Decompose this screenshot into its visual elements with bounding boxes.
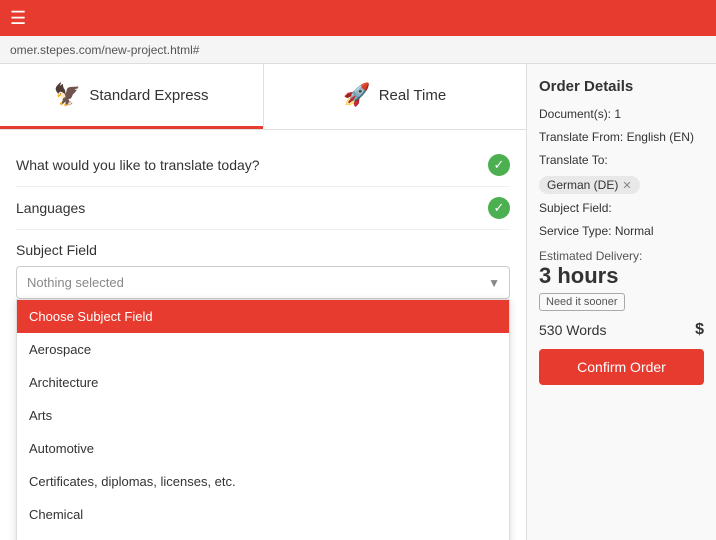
language-tag-text: German (DE): [547, 178, 618, 192]
menu-icon[interactable]: ☰: [10, 8, 26, 29]
service-type-value: Normal: [615, 224, 654, 238]
translate-from-row: Translate From: English (EN): [539, 128, 704, 146]
service-type-row: Service Type: Normal: [539, 222, 704, 240]
order-details-title: Order Details: [539, 78, 704, 95]
left-panel: 🦅 Standard Express 🚀 Real Time What woul…: [0, 64, 526, 540]
list-item[interactable]: Arts: [17, 399, 509, 432]
translate-from-label: Translate From:: [539, 130, 623, 144]
price-value: $: [695, 321, 704, 339]
translate-label: What would you like to translate today?: [16, 157, 260, 173]
delivery-section: Estimated Delivery: 3 hours Need it soon…: [539, 248, 704, 311]
translate-to-tag-wrapper: German (DE) ✕: [539, 174, 704, 194]
documents-row: Document(s): 1: [539, 105, 704, 123]
words-label: 530 Words: [539, 322, 606, 338]
list-item[interactable]: Automotive: [17, 432, 509, 465]
translate-row: What would you like to translate today? …: [16, 144, 510, 187]
tab-standard-express[interactable]: 🦅 Standard Express: [0, 64, 263, 129]
dropdown-header-item[interactable]: Choose Subject Field: [17, 300, 509, 333]
translate-to-row: Translate To:: [539, 151, 704, 169]
list-item[interactable]: Chemical: [17, 498, 509, 531]
documents-label: Document(s):: [539, 107, 611, 121]
url-text: omer.stepes.com/new-project.html#: [10, 43, 199, 57]
service-type-label: Service Type:: [539, 224, 611, 238]
subject-field-select-wrapper: Nothing selected ▼ Choose Subject Field …: [16, 266, 510, 299]
need-sooner-button[interactable]: Need it sooner: [539, 293, 625, 311]
list-item[interactable]: Certificates, diplomas, licenses, etc.: [17, 465, 509, 498]
language-tag: German (DE) ✕: [539, 176, 640, 194]
right-panel: Order Details Document(s): 1 Translate F…: [526, 64, 716, 540]
languages-row: Languages ✓: [16, 187, 510, 230]
list-item[interactable]: Architecture: [17, 366, 509, 399]
top-bar: ☰: [0, 0, 716, 36]
browser-bar: omer.stepes.com/new-project.html#: [0, 36, 716, 64]
form-section: What would you like to translate today? …: [0, 130, 526, 299]
delivery-label: Estimated Delivery:: [539, 249, 642, 263]
tab-realtime-label: Real Time: [379, 87, 447, 104]
service-tabs: 🦅 Standard Express 🚀 Real Time: [0, 64, 526, 130]
list-item[interactable]: Civil Engineering / Construction: [17, 531, 509, 540]
subject-field-row: Subject Field:: [539, 199, 704, 217]
subject-field-label: Subject Field: [16, 230, 510, 266]
list-item[interactable]: Aerospace: [17, 333, 509, 366]
words-price-row: 530 Words $: [539, 321, 704, 339]
delivery-time-value: 3 hours: [539, 263, 618, 288]
languages-label: Languages: [16, 200, 85, 216]
confirm-order-button[interactable]: Confirm Order: [539, 349, 704, 385]
tab-real-time[interactable]: 🚀 Real Time: [263, 64, 527, 129]
subject-field-dropdown: Choose Subject Field Aerospace Architect…: [16, 299, 510, 540]
select-placeholder-text: Nothing selected: [27, 275, 124, 290]
rocket-icon: 🚀: [343, 82, 370, 108]
translate-from-value: English (EN): [627, 130, 694, 144]
subject-field-select[interactable]: Nothing selected: [16, 266, 510, 299]
translate-check-icon: ✓: [488, 154, 510, 176]
remove-language-tag-icon[interactable]: ✕: [622, 179, 631, 192]
subject-field-order-label: Subject Field:: [539, 201, 612, 215]
translate-to-label: Translate To:: [539, 153, 608, 167]
delivery-time-row: 3 hours: [539, 263, 704, 289]
languages-check-icon: ✓: [488, 197, 510, 219]
bird-icon: 🦅: [54, 82, 81, 108]
main-container: 🦅 Standard Express 🚀 Real Time What woul…: [0, 64, 716, 540]
documents-value: 1: [614, 107, 621, 121]
tab-standard-label: Standard Express: [89, 87, 208, 104]
